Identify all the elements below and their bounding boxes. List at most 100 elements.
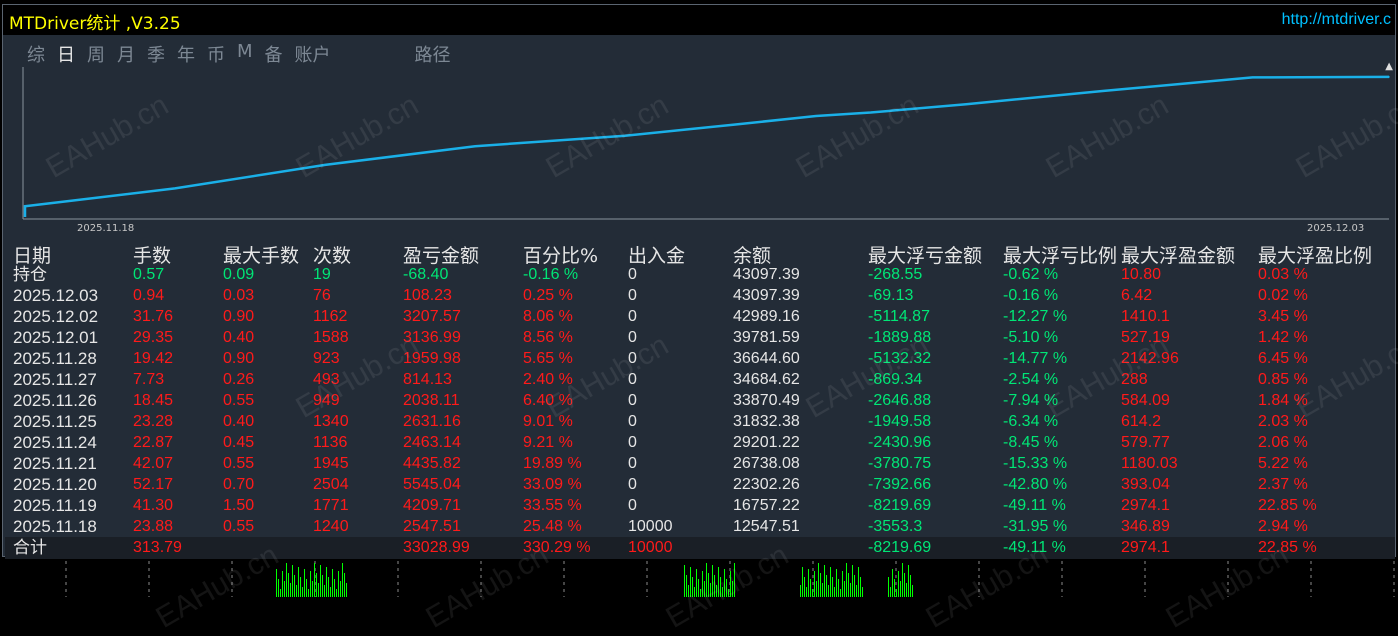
table-row[interactable]: 2025.11.24 22.87 0.45 1136 2463.14 9.21 % 0 292… (13, 432, 1393, 453)
tab-4[interactable]: 季 (147, 41, 165, 66)
cell-max-fp: 288 (1121, 371, 1148, 388)
cell-io: 0 (628, 497, 637, 514)
tab-0[interactable]: 综 (27, 41, 45, 66)
table-row[interactable]: 2025.11.20 52.17 0.70 2504 5545.04 33.09 % 0 22… (13, 474, 1393, 495)
table-row[interactable]: 2025.11.27 7.73 0.26 493 814.13 2.40 % 0 34684.… (13, 369, 1393, 390)
cell-max-fp-pct: 2.94 % (1258, 518, 1308, 535)
total-max-dd: -8219.69 (868, 539, 932, 556)
tab-2[interactable]: 周 (87, 41, 105, 66)
histogram-bar (814, 571, 815, 597)
histogram-bar (912, 585, 913, 597)
histogram-bar (326, 567, 327, 597)
histogram-bar (292, 565, 293, 597)
cell-pct: 33.55 % (523, 497, 582, 514)
histogram-bar (714, 575, 715, 597)
cell-pnl: 3207.57 (403, 308, 461, 325)
cell-max-dd-pct: -0.62 % (1003, 266, 1059, 283)
tab-5[interactable]: 年 (177, 41, 195, 66)
histogram-bar (812, 589, 813, 597)
holding-row[interactable]: 持仓 0.57 0.09 19 -68.40 -0.16 % 0 43097.39 -268.5… (13, 264, 1393, 285)
histogram-bar (810, 579, 811, 597)
cell-max-dd-pct: -14.77 % (1003, 350, 1068, 367)
table-row[interactable]: 2025.11.18 23.88 0.55 1240 2547.51 25.48 % 100… (13, 516, 1393, 537)
cell-lots: 22.87 (133, 434, 174, 451)
tab-6[interactable]: 币 (207, 41, 225, 66)
tab-1[interactable]: 日 (57, 41, 75, 66)
balance-point-11 (1388, 76, 1390, 78)
tab-8[interactable]: 备 (265, 41, 283, 66)
balance-point-5 (733, 123, 736, 126)
histogram-bar (826, 575, 827, 597)
tab-3[interactable]: 月 (117, 41, 135, 66)
histogram-bar (732, 581, 733, 597)
table-row[interactable]: 2025.11.25 23.28 0.40 1340 2631.16 9.01 % 0 318… (13, 411, 1393, 432)
histogram-bar (908, 565, 909, 597)
tab-10[interactable]: 路径 (415, 41, 451, 66)
cell-max-fp-pct: 1.42 % (1258, 329, 1308, 346)
histogram-bar (858, 567, 859, 597)
histogram-bar (690, 567, 691, 597)
table-row[interactable]: 2025.11.19 41.30 1.50 1771 4209.71 33.55 % 0 16… (13, 495, 1393, 516)
cell-pnl: 3136.99 (403, 329, 461, 346)
histogram-bar (720, 577, 721, 597)
histogram-bar (340, 581, 341, 597)
cell-max-fp: 1180.03 (1121, 455, 1178, 472)
histogram-bar (850, 583, 851, 597)
cell-count: 1240 (313, 518, 349, 535)
cell-date: 2025.11.28 (13, 349, 97, 368)
cell-count: 1340 (313, 413, 349, 430)
cell-max-dd: -5132.32 (868, 350, 932, 367)
histogram-bar (902, 563, 903, 597)
cell-max-dd-pct: -49.11 % (1003, 497, 1066, 514)
tab-bar: 综日周月季年币 M 备账户 路径 (27, 41, 463, 66)
cell-lots: 18.45 (133, 392, 174, 409)
cell-max-lots: 1.50 (223, 497, 255, 514)
cell-max-dd-pct: -5.10 % (1003, 329, 1059, 346)
cell-io: 0 (628, 266, 637, 283)
cell-io: 0 (628, 413, 637, 430)
cell-balance: 42989.16 (733, 308, 800, 325)
histogram-bar (730, 571, 731, 597)
balance-point-4 (624, 134, 626, 137)
balance-point-2 (324, 164, 326, 166)
cell-max-dd-pct: -8.45 % (1003, 434, 1059, 451)
histogram-bar (316, 573, 317, 597)
cell-balance: 31832.38 (733, 413, 800, 430)
table-row[interactable]: 2025.12.02 31.76 0.90 1162 3207.57 8.06 % 0 429… (13, 306, 1393, 327)
cell-pnl: -68.40 (403, 266, 449, 283)
cell-balance: 16757.22 (733, 497, 800, 514)
total-label: 合计 (13, 538, 47, 557)
stats-panel: MTDriver统计 ,V3.25 http://mtdriver.c 综日周月… (2, 4, 1396, 559)
cell-lots: 0.94 (133, 287, 165, 304)
table-row[interactable]: 2025.12.03 0.94 0.03 76 108.23 0.25 % 0 43097.3… (13, 285, 1393, 306)
table-row[interactable]: 2025.12.01 29.35 0.40 1588 3136.99 8.56 % 0 397… (13, 327, 1393, 348)
cell-lots: 19.42 (133, 350, 174, 367)
cell-max-fp-pct: 2.03 % (1258, 413, 1308, 430)
histogram-bar (284, 581, 285, 597)
website-link[interactable]: http://mtdriver.c (1282, 11, 1391, 29)
cell-max-fp: 346.89 (1121, 518, 1170, 535)
histogram-bar (684, 565, 685, 597)
balance-point-7 (869, 111, 872, 114)
cell-lots: 42.07 (133, 455, 174, 472)
cell-io: 0 (628, 350, 637, 367)
tab-7[interactable]: M (237, 41, 253, 65)
table-row[interactable]: 2025.11.21 42.07 0.55 1945 4435.82 19.89 % 0 26… (13, 453, 1393, 474)
histogram-bar (706, 563, 707, 597)
histogram-bar (692, 577, 693, 597)
tab-9[interactable]: 账户 (295, 41, 331, 66)
total-row[interactable]: 合计 313.79 33028.99 330.29 % 10000 -8219.69 -49… (13, 537, 1393, 558)
table-row[interactable]: 2025.11.28 19.42 0.90 923 1959.98 5.65 % 0 3664… (13, 348, 1393, 369)
cell-balance: 33870.49 (733, 392, 800, 409)
cell-pnl: 1959.98 (403, 350, 461, 367)
cell-max-lots: 0.55 (223, 518, 255, 535)
cell-max-dd-pct: -6.34 % (1003, 413, 1059, 430)
table-header: 日期 手数 最大手数 次数 盈亏金额 百分比% 出入金 余额 最大浮亏金额 最大浮亏比例 最大浮盈金… (13, 241, 1393, 267)
chart-scroll-arrow-icon[interactable]: ▲ (1385, 61, 1393, 72)
cell-lots: 23.88 (133, 518, 174, 535)
table-row[interactable]: 2025.11.26 18.45 0.55 949 2038.11 6.40 % 0 3387… (13, 390, 1393, 411)
histogram-bar (852, 565, 853, 597)
cell-date: 2025.12.01 (13, 328, 99, 347)
cell-balance: 29201.22 (733, 434, 800, 451)
histogram-bar (346, 583, 347, 597)
